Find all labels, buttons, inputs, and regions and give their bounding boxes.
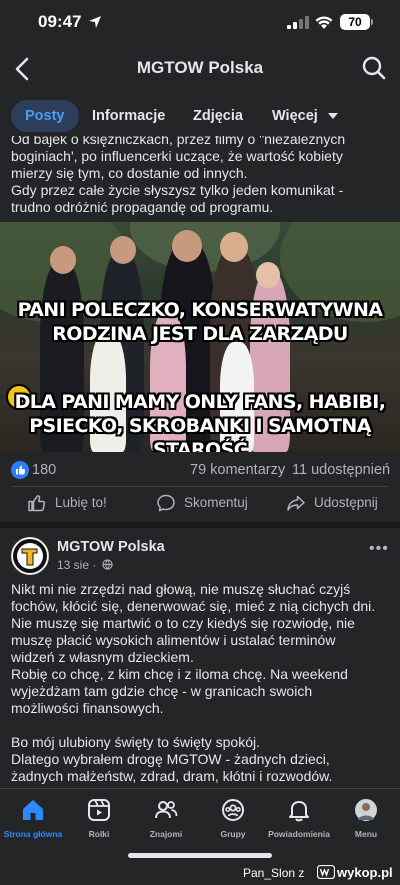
page-header: MGTOW Polska: [0, 48, 400, 90]
post1-line: trudno odróżnić propagandę od programu.: [11, 199, 274, 215]
post2-line: Bo mój ulubiony święty to święty spokój.: [11, 734, 260, 750]
bell-icon: [289, 801, 309, 822]
battery-indicator: 70: [340, 14, 370, 30]
post2-line: muszę płacić wysokich alimentów i ustala…: [11, 632, 336, 648]
nav-notifications[interactable]: Powiadomienia: [266, 797, 332, 839]
reactions-count[interactable]: 180: [32, 462, 56, 478]
post1-line: Gdy przez całe życie słyszysz tylko jede…: [11, 182, 344, 198]
image-figure-head: [220, 232, 248, 262]
location-arrow-icon: [89, 16, 101, 28]
tab-more[interactable]: Więcej: [272, 100, 338, 132]
post1-clipped-line-wrap: Od bajek o księżniczkach, przez filmy o …: [11, 136, 395, 148]
nav-reels[interactable]: Rolki: [66, 797, 132, 839]
like-button[interactable]: Lubię to!: [27, 490, 107, 516]
battery-tip: [371, 19, 373, 25]
like-button-label: Lubię to!: [55, 495, 107, 510]
post2-line: żadnych małżeństw, zdrad, dram, kłótni i…: [11, 768, 333, 784]
nav-home[interactable]: Strona główna: [0, 797, 66, 839]
image-caption-top: PANI POLECZKO, KONSERWATYWNA RODZINA JES…: [0, 298, 400, 346]
post-separator: [0, 522, 400, 528]
image-caption-line: RODZINA JEST DLA ZARZĄDU: [52, 323, 348, 345]
post2-line: Robię co chcę, z kim chcę i z iloma chcę…: [11, 666, 348, 682]
tab-info[interactable]: Informacje: [92, 100, 165, 132]
post2-line: możliwości finansowych.: [11, 700, 164, 716]
status-bar: 09:47 70: [0, 0, 400, 48]
post1-line: mierzy się tym, co dostanie od innych.: [11, 165, 248, 181]
post2-date: 13 sie ·: [57, 558, 113, 572]
tab-posts[interactable]: Posty: [11, 100, 79, 132]
post2-line: Nie muszę się martwić o to czy kiedyś si…: [11, 615, 355, 631]
profile-menu-icon: [353, 797, 379, 823]
status-time: 09:47: [38, 12, 82, 31]
post2-date-text: 13 sie ·: [57, 558, 97, 572]
groups-icon: [222, 799, 244, 821]
post1-reactions-row: 180 79 komentarzy 11 udostępnień: [0, 460, 400, 482]
cellular-signal-icon: [287, 16, 309, 29]
post2-line: Dlatego wybrałem drogę MGTOW - żadnych d…: [11, 751, 330, 767]
page-tabs: Posty Informacje Zdjęcia Więcej: [0, 96, 400, 136]
image-caption-line: PSIECKO, SKROBANKI I SAMOTNĄ STAROŚĆ: [29, 415, 371, 452]
post1-clipped-line: Od bajek o księżniczkach, przez filmy o …: [11, 136, 346, 147]
nav-groups-label: Grupy: [220, 829, 246, 839]
image-figure-head: [172, 230, 202, 262]
share-button-label: Udostępnij: [314, 495, 378, 510]
caret-down-icon: [327, 113, 338, 120]
image-figure-head: [110, 236, 136, 264]
comment-bubble-icon: [157, 495, 175, 512]
image-caption-line: DLA PANI MAMY ONLY FANS, HABIBI,: [14, 391, 386, 413]
search-icon[interactable]: [361, 55, 387, 81]
post2-line: fochów, kłócić się, denerwować się, mieć…: [11, 598, 376, 614]
screenshot-watermark: Pan_Slon z wykop.pl: [0, 862, 400, 885]
post2-line: Nikt mi nie zrzędzi nad głową, nie muszę…: [11, 581, 351, 597]
battery-level: 70: [348, 15, 362, 29]
shares-count[interactable]: 11 udostępnień: [292, 462, 390, 478]
share-button[interactable]: Udostępnij: [286, 490, 378, 516]
nav-notifications-label: Powiadomienia: [268, 829, 330, 839]
wifi-icon: [315, 16, 333, 29]
post1-image[interactable]: PANI POLECZKO, KONSERWATYWNA RODZINA JES…: [0, 222, 400, 452]
reels-icon: [88, 799, 110, 821]
post2-line: widzeń z własnym dzieckiem.: [11, 649, 194, 665]
nav-friends[interactable]: Znajomi: [133, 797, 199, 839]
comment-button[interactable]: Skomentuj: [156, 490, 248, 516]
post1-line: boginiach', po influencerki uczące, że w…: [11, 148, 343, 164]
nav-menu-label: Menu: [354, 829, 378, 839]
watermark-site-text: wykop.pl: [337, 865, 393, 880]
page-avatar[interactable]: [11, 537, 49, 575]
home-indicator: [128, 853, 272, 858]
post1-text: Od bajek o księżniczkach, przez filmy o …: [11, 136, 395, 216]
wykop-logo-icon: [316, 864, 336, 880]
post2-line: wyjeżdżam tam gdzie chcę - w granicach s…: [11, 683, 313, 699]
globe-icon: [102, 559, 113, 570]
like-reaction-icon: [11, 461, 29, 479]
thumbs-up-icon: [28, 495, 46, 512]
tab-more-label: Więcej: [272, 108, 318, 124]
image-figure-head: [50, 246, 76, 274]
more-options-icon[interactable]: •••: [369, 540, 389, 558]
post2-page-name[interactable]: MGTOW Polska: [57, 539, 165, 555]
page-title: MGTOW Polska: [136, 58, 264, 77]
share-arrow-icon: [287, 496, 305, 512]
watermark-site: wykop.pl: [316, 864, 393, 880]
comment-button-label: Skomentuj: [184, 495, 248, 510]
nav-groups[interactable]: Grupy: [200, 797, 266, 839]
post2-text: Nikt mi nie zrzędzi nad głową, nie muszę…: [11, 581, 395, 785]
image-figure-head: [256, 262, 280, 288]
image-caption-line: PANI POLECZKO, KONSERWATYWNA: [17, 299, 383, 321]
comments-count[interactable]: 79 komentarzy: [190, 462, 285, 478]
friends-icon: [155, 801, 178, 819]
nav-menu[interactable]: Menu: [333, 797, 399, 839]
home-icon: [23, 800, 43, 820]
nav-home-label: Strona główna: [3, 829, 63, 839]
tab-photos[interactable]: Zdjęcia: [193, 100, 243, 132]
watermark-user: Pan_Slon z: [243, 866, 305, 880]
divider: [11, 486, 389, 487]
nav-reels-label: Rolki: [88, 829, 110, 839]
nav-friends-label: Znajomi: [149, 829, 183, 839]
image-caption-bottom: DLA PANI MAMY ONLY FANS, HABIBI, PSIECKO…: [0, 390, 400, 452]
